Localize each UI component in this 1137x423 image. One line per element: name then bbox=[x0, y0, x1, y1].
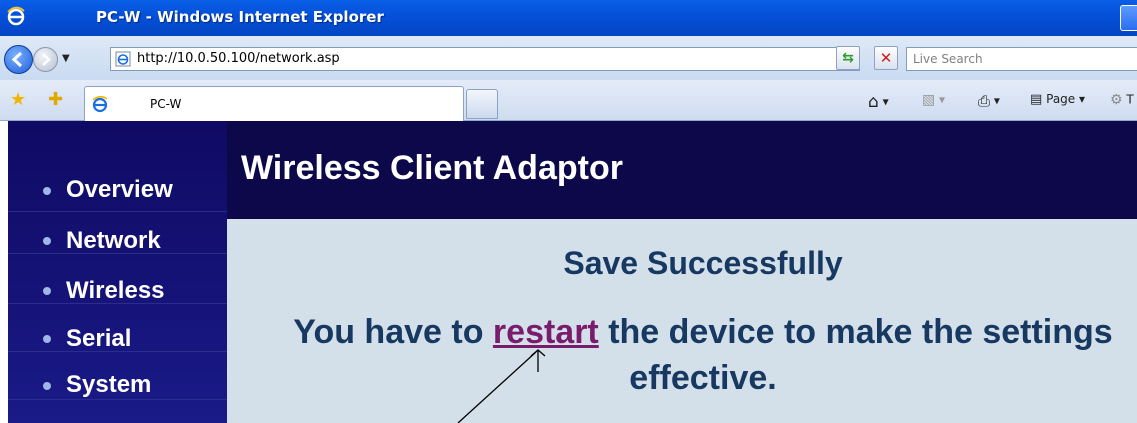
back-arrow-icon bbox=[11, 51, 23, 68]
page-menu-icon: ▤ bbox=[1030, 92, 1043, 107]
ie-page-icon bbox=[92, 95, 108, 113]
page-menu-button[interactable]: ▤ Page ▾ bbox=[1030, 92, 1085, 107]
history-dropdown-icon[interactable]: ▼ bbox=[62, 53, 70, 64]
address-text: http://10.0.50.100/network.asp bbox=[137, 51, 340, 66]
forward-arrow-icon bbox=[42, 53, 51, 66]
page-icon bbox=[115, 51, 131, 67]
stop-icon: ✕ bbox=[879, 49, 893, 67]
bullet-icon bbox=[43, 237, 51, 245]
tools-menu-button[interactable]: ⚙ T bbox=[1110, 92, 1134, 108]
sidebar-item-label: Overview bbox=[66, 176, 173, 203]
sidebar-item-label: Wireless bbox=[66, 277, 165, 304]
sidebar-item-label: System bbox=[66, 371, 152, 398]
sidebar-item-network[interactable]: Network bbox=[8, 225, 227, 254]
refresh-icon: ⇆ bbox=[842, 50, 854, 66]
new-tab-button[interactable] bbox=[466, 89, 498, 119]
bullet-icon bbox=[43, 382, 51, 390]
printer-icon: ⎙ bbox=[978, 92, 991, 110]
forward-button[interactable] bbox=[33, 47, 58, 72]
page-menu-label: Page bbox=[1046, 92, 1076, 106]
address-input[interactable]: http://10.0.50.100/network.asp ▼ bbox=[110, 47, 860, 71]
home-button[interactable]: ⌂ ▾ bbox=[868, 92, 889, 112]
tab-label: PC-W bbox=[150, 97, 182, 111]
restart-prefix: You have to bbox=[293, 313, 493, 351]
save-success-message: Save Successfully bbox=[563, 245, 843, 281]
print-button[interactable]: ⎙ ▾ bbox=[978, 92, 1000, 110]
page-title: Wireless Client Adaptor bbox=[241, 149, 623, 187]
search-input[interactable]: Live Search bbox=[906, 47, 1137, 71]
sidebar-item-system[interactable]: System bbox=[8, 367, 227, 400]
tools-menu-label: T bbox=[1126, 92, 1134, 107]
main-panel: Save Successfully You have to restart th… bbox=[227, 219, 1137, 423]
page-header: Wireless Client Adaptor bbox=[227, 121, 1137, 219]
tab-pc-w[interactable]: PC-W bbox=[84, 86, 464, 121]
home-icon: ⌂ bbox=[868, 92, 879, 112]
bullet-icon bbox=[43, 187, 51, 195]
restart-suffix: the device to make the settings effectiv… bbox=[598, 313, 1113, 397]
add-favorite-icon[interactable]: ✚ bbox=[48, 89, 63, 110]
bullet-icon bbox=[43, 287, 51, 295]
tab-toolbar: ★ ✚ PC-W ⌂ ▾ ▧ ▾ ⎙ ▾ ▤ Page ▾ ⚙ T bbox=[0, 80, 1137, 121]
window-title: PC-W - Windows Internet Explorer bbox=[96, 8, 384, 26]
restart-link[interactable]: restart bbox=[493, 313, 599, 351]
page-content: Overview Network Wireless Serial System … bbox=[0, 121, 1137, 423]
search-placeholder: Live Search bbox=[913, 52, 983, 66]
sidebar-item-overview[interactable]: Overview bbox=[8, 171, 227, 212]
back-button[interactable] bbox=[4, 45, 33, 74]
minimize-button[interactable] bbox=[1120, 5, 1137, 31]
bullet-icon bbox=[43, 335, 51, 343]
sidebar-nav: Overview Network Wireless Serial System bbox=[8, 121, 227, 423]
stop-button[interactable]: ✕ bbox=[874, 46, 898, 70]
rss-feed-icon: ▧ bbox=[922, 92, 936, 108]
gear-icon: ⚙ bbox=[1110, 92, 1123, 108]
restart-instruction: You have to restart the device to make t… bbox=[227, 309, 1137, 401]
feeds-button[interactable]: ▧ ▾ bbox=[922, 92, 945, 108]
refresh-button[interactable]: ⇆ bbox=[836, 46, 860, 70]
sidebar-item-wireless[interactable]: Wireless bbox=[8, 273, 227, 304]
ie-logo-icon bbox=[7, 6, 25, 26]
sidebar-item-label: Network bbox=[66, 227, 161, 254]
favorites-star-icon[interactable]: ★ bbox=[10, 89, 26, 110]
sidebar-item-serial[interactable]: Serial bbox=[8, 321, 227, 352]
window-title-bar: PC-W - Windows Internet Explorer bbox=[0, 0, 1137, 36]
sidebar-item-label: Serial bbox=[66, 325, 132, 352]
address-toolbar: ▼ http://10.0.50.100/network.asp ▼ ⇆ ✕ L… bbox=[0, 36, 1137, 80]
